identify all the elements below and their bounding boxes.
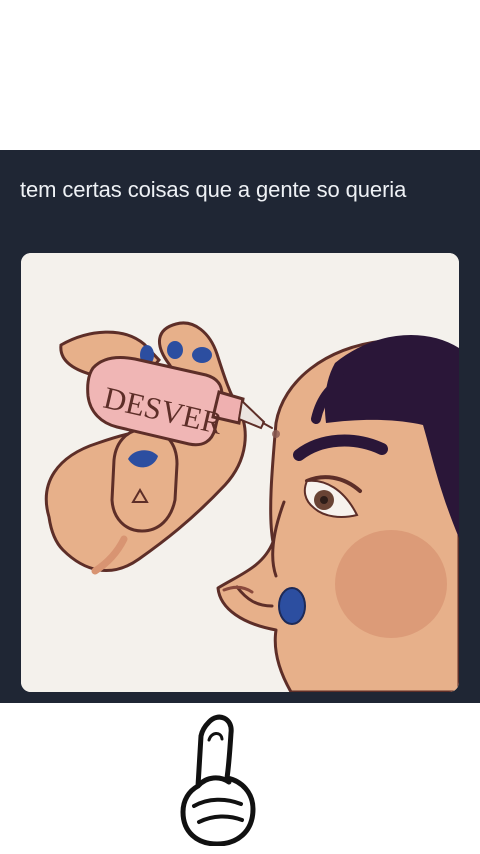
- post-image[interactable]: DESVER: [21, 253, 459, 692]
- pointing-up-hand-icon: [178, 714, 258, 846]
- post-caption: tem certas coisas que a gente so queria: [20, 177, 407, 202]
- desver-illustration: DESVER: [21, 253, 459, 692]
- screen: tem certas coisas que a gente so queria: [0, 0, 480, 854]
